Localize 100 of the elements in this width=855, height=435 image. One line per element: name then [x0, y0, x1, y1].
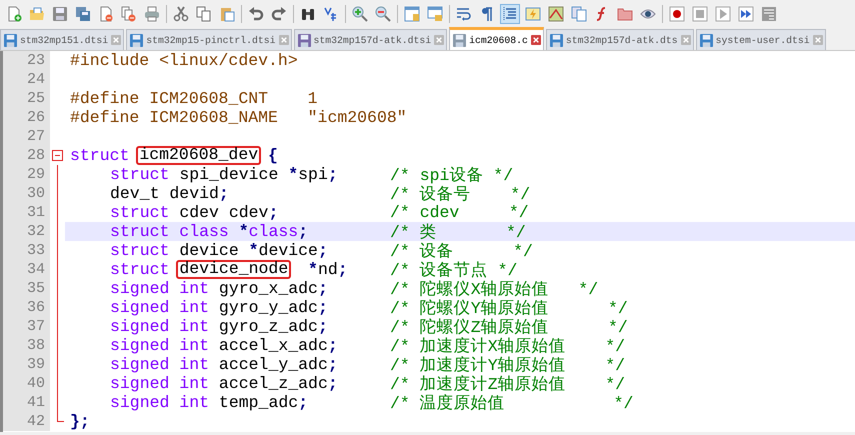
- code-text: };: [70, 412, 90, 431]
- code-text: dev_t devid;: [110, 184, 229, 203]
- stop-icon: [692, 6, 708, 22]
- locked-window-icon: [427, 6, 443, 22]
- file-tab[interactable]: stm32mp157d-atk.dts: [546, 29, 694, 50]
- code-comment: /* 陀螺仪X轴原始值 */: [390, 278, 598, 299]
- close-icon[interactable]: [278, 35, 289, 45]
- indent-guide-icon: [502, 6, 518, 22]
- line-number: 34: [3, 260, 50, 279]
- close-all-icon: [121, 6, 137, 22]
- close-icon[interactable]: [680, 35, 691, 45]
- code-comment: /* 设备号 */: [390, 184, 530, 204]
- code-text: signed int accel_x_adc;: [110, 336, 338, 355]
- zoom-out-icon: [375, 6, 391, 22]
- file-tab[interactable]: stm32mp151.dtsi: [0, 29, 124, 50]
- zoom-in-icon: [352, 6, 368, 22]
- fast-forward-icon: [738, 6, 754, 22]
- close-icon[interactable]: [111, 35, 122, 45]
- toolbar-button[interactable]: [736, 4, 756, 24]
- code-comment: /* 设备 */: [390, 240, 533, 261]
- line-number: 25: [3, 89, 50, 108]
- line-number: 42: [3, 412, 50, 431]
- code-comment: /* cdev */: [390, 203, 529, 222]
- window-icon: [404, 6, 420, 22]
- code-text: signed int gyro_x_adc;: [110, 279, 328, 298]
- line-number: 30: [3, 184, 50, 203]
- code-text: *nd;: [307, 260, 348, 279]
- toolbar-button[interactable]: [500, 4, 520, 24]
- code-text: #include <linux/cdev.h>: [70, 51, 298, 70]
- close-icon[interactable]: [812, 35, 823, 45]
- code-text: #define ICM20608_CNT 1: [70, 89, 318, 108]
- code-text: signed int temp_adc;: [110, 393, 308, 412]
- copy-icon: [196, 6, 212, 22]
- paste-icon: [219, 6, 235, 22]
- line-number: 37: [3, 317, 50, 336]
- line-number: 35: [3, 279, 50, 298]
- close-icon[interactable]: [530, 35, 541, 45]
- code-text: signed int accel_z_adc;: [110, 374, 338, 393]
- fold-toggle-icon[interactable]: [52, 150, 63, 161]
- code-text: struct device *device;: [110, 241, 328, 260]
- file-tab[interactable]: system-user.dtsi: [696, 29, 826, 50]
- boxed-identifier: icm20608_dev: [136, 146, 262, 165]
- code-text: struct: [110, 260, 170, 279]
- file-tab[interactable]: icm20608.c: [449, 27, 544, 50]
- open-folder-icon: [29, 6, 45, 22]
- code-text: signed int gyro_z_adc;: [110, 317, 328, 336]
- code-comment: /* 陀螺仪Y轴原始值 */: [390, 298, 628, 318]
- code-comment: /* 类 */: [390, 222, 526, 242]
- record-icon: [669, 6, 685, 22]
- new-file-icon: [6, 6, 22, 22]
- code-comment: /* spi设备 */: [390, 164, 514, 186]
- code-text: struct cdev cdev;: [110, 203, 278, 222]
- close-icon[interactable]: [434, 35, 444, 45]
- line-number: 29: [3, 165, 50, 184]
- line-number: 31: [3, 203, 50, 222]
- code-comment: /* 加速度计X轴原始值 */: [390, 336, 626, 356]
- code-text: #define ICM20608_NAME "icm20608": [70, 108, 407, 127]
- fold-end-marker: [57, 412, 64, 422]
- scissors-icon: [173, 6, 189, 22]
- code-comment: /* 陀螺仪Z轴原始值 */: [390, 316, 628, 337]
- save-icon: [52, 6, 68, 22]
- line-number: 27: [3, 127, 50, 146]
- line-number: 23: [3, 51, 50, 70]
- line-number: 24: [3, 70, 50, 89]
- print-icon: [144, 6, 160, 22]
- pilcrow-icon: [479, 6, 495, 22]
- code-text: {: [267, 146, 278, 165]
- toolbar-button[interactable]: [667, 4, 687, 24]
- file-tab[interactable]: stm32mp157d-atk.dtsi: [294, 29, 448, 50]
- save-all-icon: [75, 6, 91, 22]
- line-number: 38: [3, 336, 50, 355]
- code-text: struct class *class;: [110, 222, 308, 241]
- lightning-document-icon: [525, 6, 541, 22]
- line-number: 26: [3, 108, 50, 127]
- word-wrap-icon: [456, 6, 472, 22]
- close-file-icon: [98, 6, 114, 22]
- code-text: signed int gyro_y_adc;: [110, 298, 328, 317]
- line-number: 28: [3, 146, 50, 165]
- redo-icon: [271, 6, 287, 22]
- line-number: 36: [3, 298, 50, 317]
- code-text: struct spi_device *spi;: [110, 165, 338, 184]
- line-number: 39: [3, 355, 50, 374]
- folder-icon: [617, 6, 633, 22]
- file-tab[interactable]: stm32mp15-pinctrl.dtsi: [126, 29, 292, 50]
- line-number: 40: [3, 374, 50, 393]
- code-comment: /* 温度原始值 */: [390, 392, 634, 414]
- boxed-identifier: device_node: [176, 260, 292, 279]
- line-number: 41: [3, 393, 50, 412]
- code-text: struct: [70, 146, 130, 165]
- undo-icon: [248, 6, 264, 22]
- code-comment: /* 设备节点 */: [390, 260, 518, 280]
- line-number: 32: [3, 222, 50, 241]
- play-icon: [715, 6, 731, 22]
- code-text: signed int accel_y_adc;: [110, 355, 338, 374]
- documents-icon: [571, 6, 587, 22]
- replace-icon: [323, 6, 339, 22]
- code-comment: /* 加速度计Y轴原始值 */: [390, 354, 626, 375]
- line-number: 33: [3, 241, 50, 260]
- save-macro-icon: [761, 6, 777, 22]
- map-icon: [548, 6, 564, 22]
